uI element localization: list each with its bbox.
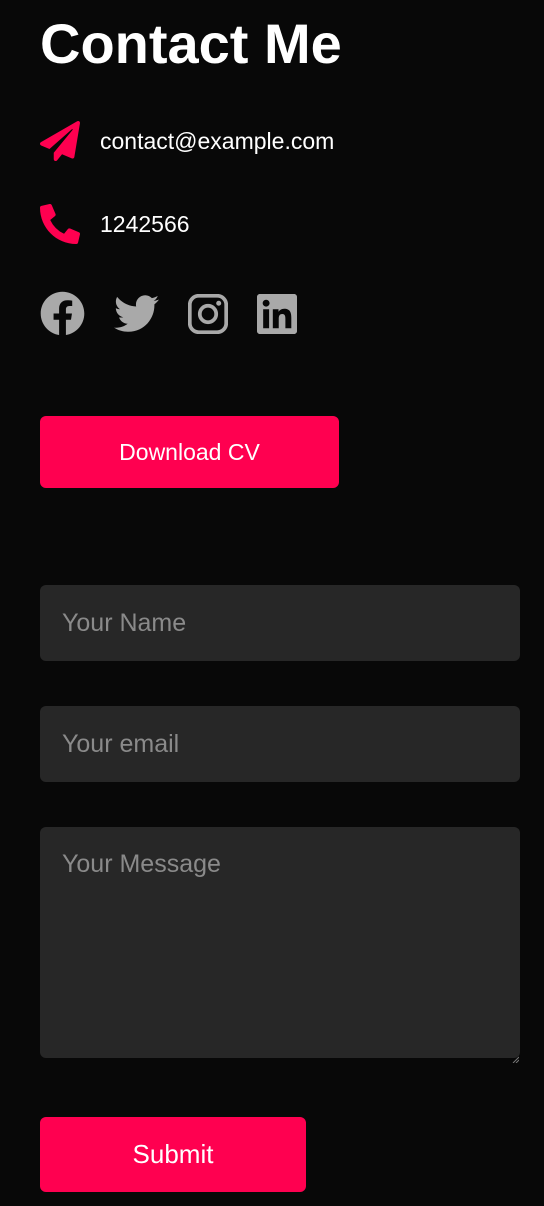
email-link[interactable]: contact@example.com	[100, 128, 334, 155]
download-cv-button[interactable]: Download CV	[40, 416, 339, 488]
paper-plane-icon	[40, 121, 80, 161]
phone-link[interactable]: 1242566	[100, 211, 190, 238]
message-textarea[interactable]	[40, 827, 520, 1058]
page-title: Contact Me	[40, 12, 342, 75]
email-input[interactable]	[40, 706, 520, 782]
linkedin-icon[interactable]	[257, 293, 297, 334]
phone-icon	[40, 204, 80, 244]
contact-section: Contact Me contact@example.com 1242566 D…	[0, 0, 544, 1206]
textarea-resize-handle[interactable]	[512, 1050, 520, 1064]
social-links	[40, 291, 297, 336]
instagram-icon[interactable]	[188, 293, 228, 334]
submit-button[interactable]: Submit	[40, 1117, 306, 1192]
phone-row: 1242566	[40, 204, 190, 244]
facebook-icon[interactable]	[40, 291, 85, 336]
email-row: contact@example.com	[40, 121, 334, 161]
twitter-icon[interactable]	[114, 291, 159, 336]
name-input[interactable]	[40, 585, 520, 661]
